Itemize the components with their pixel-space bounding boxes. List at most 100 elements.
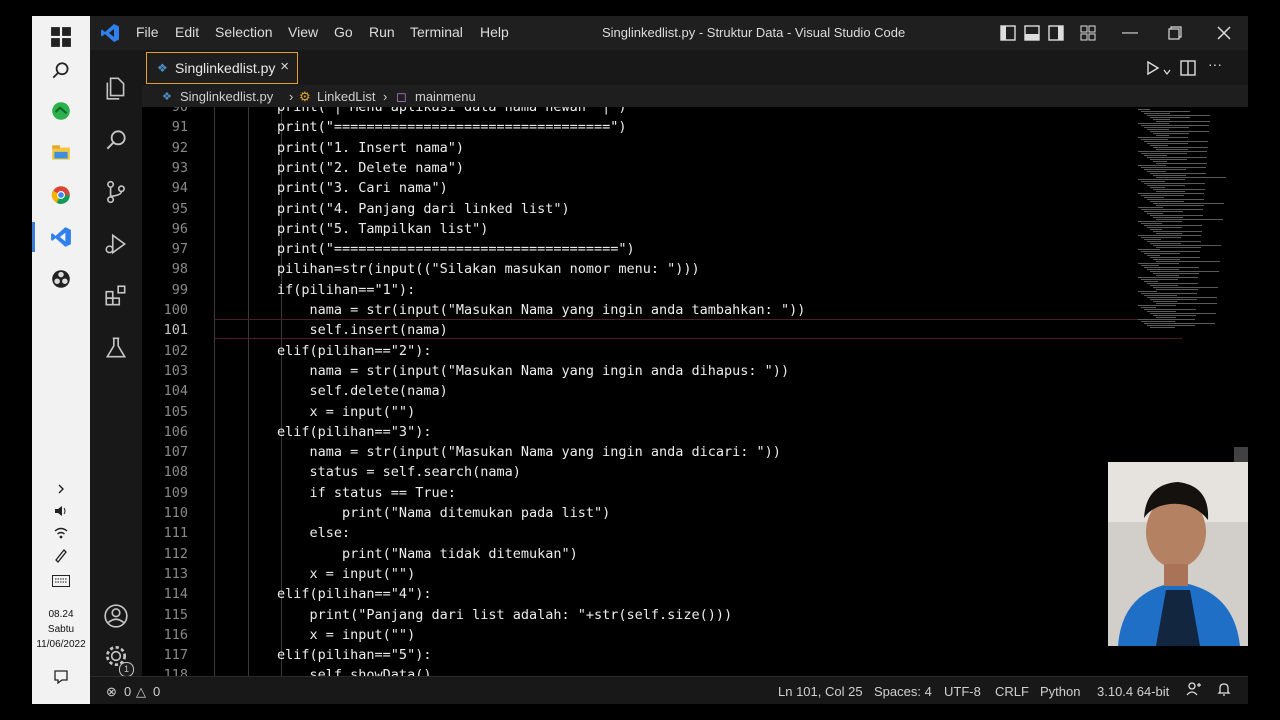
run-debug-icon[interactable] xyxy=(102,230,130,258)
breadcrumb-method[interactable]: mainmenu xyxy=(415,89,476,104)
code-line[interactable]: 91 print("==============================… xyxy=(142,117,1182,137)
code-text[interactable]: if status == True: xyxy=(212,483,456,503)
code-line[interactable]: 95 print("4. Panjang dari linked list") xyxy=(142,199,1182,219)
clock-date[interactable]: 11/06/2022 xyxy=(32,638,90,652)
breadcrumb-class[interactable]: LinkedList xyxy=(317,89,376,104)
obs-icon[interactable] xyxy=(46,264,76,294)
feedback-icon[interactable] xyxy=(1186,681,1202,700)
menu-selection[interactable]: Selection xyxy=(215,24,273,40)
code-line[interactable]: 103 nama = str(input("Masukan Nama yang … xyxy=(142,361,1182,381)
code-text[interactable]: status = self.search(nama) xyxy=(212,462,521,482)
code-line[interactable]: 94 print("3. Cari nama") xyxy=(142,178,1182,198)
code-text[interactable]: print("2. Delete nama") xyxy=(212,158,464,178)
code-text[interactable]: x = input("") xyxy=(212,402,416,422)
errors-count[interactable]: 0 xyxy=(124,684,131,699)
code-text[interactable]: nama = str(input("Masukan Nama yang ingi… xyxy=(212,361,790,381)
code-text[interactable]: elif(pilihan=="5"): xyxy=(212,645,431,665)
run-python-icon[interactable] xyxy=(1144,60,1160,80)
menu-terminal[interactable]: Terminal xyxy=(410,24,463,40)
code-text[interactable]: x = input("") xyxy=(212,564,416,584)
code-text[interactable]: nama = str(input("Masukan Nama yang ingi… xyxy=(212,442,781,462)
code-text[interactable]: x = input("") xyxy=(212,625,416,645)
code-editor[interactable]: 90 print("| Menu aplikasi data nama hewa… xyxy=(142,107,1248,676)
code-text[interactable]: print("=================================… xyxy=(212,239,635,259)
code-line[interactable]: 114 elif(pilihan=="4"): xyxy=(142,584,1182,604)
minimize-icon[interactable]: — xyxy=(1122,24,1138,42)
code-line[interactable]: 106 elif(pilihan=="3"): xyxy=(142,422,1182,442)
code-text[interactable]: print("Nama ditemukan pada list") xyxy=(212,503,610,523)
code-line[interactable]: 98 pilihan=str(input(("Silakan masukan n… xyxy=(142,259,1182,279)
keyboard-icon[interactable] xyxy=(50,572,72,590)
code-line[interactable]: 104 self.delete(nama) xyxy=(142,381,1182,401)
code-text[interactable]: elif(pilihan=="2"): xyxy=(212,341,431,361)
menu-file[interactable]: File xyxy=(136,24,159,40)
code-line[interactable]: 96 print("5. Tampilkan list") xyxy=(142,219,1182,239)
toggle-panel-icon[interactable] xyxy=(1024,25,1040,46)
code-text[interactable]: else: xyxy=(212,523,351,543)
code-text[interactable]: if(pilihan=="1"): xyxy=(212,280,415,300)
green-app-icon[interactable] xyxy=(46,96,76,126)
code-line[interactable]: 102 elif(pilihan=="2"): xyxy=(142,341,1182,361)
code-line[interactable]: 112 print("Nama tidak ditemukan") xyxy=(142,544,1182,564)
code-text[interactable]: self.showData() xyxy=(212,665,432,676)
layout-icon[interactable] xyxy=(1080,25,1096,46)
warnings-icon[interactable]: △ xyxy=(136,684,146,700)
menu-edit[interactable]: Edit xyxy=(175,24,199,40)
chrome-icon[interactable] xyxy=(46,180,76,210)
menu-view[interactable]: View xyxy=(288,24,318,40)
code-text[interactable]: print("5. Tampilkan list") xyxy=(212,219,488,239)
extensions-icon[interactable] xyxy=(102,282,130,310)
breadcrumb-file[interactable]: Singlinkedlist.py xyxy=(180,89,273,104)
code-line[interactable]: 93 print("2. Delete nama") xyxy=(142,158,1182,178)
code-line[interactable]: 108 status = self.search(nama) xyxy=(142,462,1182,482)
code-text[interactable]: self.insert(nama) xyxy=(212,320,448,340)
close-tab-icon[interactable]: × xyxy=(280,58,289,75)
python-interpreter[interactable]: 3.10.4 64-bit xyxy=(1097,684,1169,699)
code-text[interactable]: print("=================================… xyxy=(212,117,627,137)
toggle-sidebar-icon[interactable] xyxy=(1000,25,1016,46)
file-explorer-icon[interactable] xyxy=(46,138,76,168)
menu-help[interactable]: Help xyxy=(480,24,509,40)
chevron-down-icon[interactable] xyxy=(1162,62,1172,81)
clock-day[interactable]: Sabtu xyxy=(32,623,90,637)
code-text[interactable]: self.delete(nama) xyxy=(212,381,448,401)
warnings-count[interactable]: 0 xyxy=(153,684,160,699)
code-text[interactable]: elif(pilihan=="4"): xyxy=(212,584,431,604)
code-line[interactable]: 117 elif(pilihan=="5"): xyxy=(142,645,1182,665)
code-text[interactable]: nama = str(input("Masukan Nama yang ingi… xyxy=(212,300,806,320)
windows-start-icon[interactable] xyxy=(46,22,76,52)
clock-time[interactable]: 08.24 xyxy=(32,608,90,622)
code-line[interactable]: 111 else: xyxy=(142,523,1182,543)
testing-flask-icon[interactable] xyxy=(102,334,130,362)
explorer-icon[interactable] xyxy=(102,74,130,102)
chevron-right-icon[interactable] xyxy=(50,480,72,498)
restore-icon[interactable] xyxy=(1168,26,1182,45)
code-line[interactable]: 105 x = input("") xyxy=(142,402,1182,422)
vscode-taskbar-icon[interactable] xyxy=(46,222,76,252)
code-line[interactable]: 116 x = input("") xyxy=(142,625,1182,645)
code-text[interactable]: print("Nama tidak ditemukan") xyxy=(212,544,578,564)
search-view-icon[interactable] xyxy=(102,126,130,154)
code-line[interactable]: 115 print("Panjang dari list adalah: "+s… xyxy=(142,605,1182,625)
search-icon[interactable] xyxy=(46,56,76,86)
source-control-icon[interactable] xyxy=(102,178,130,206)
account-icon[interactable] xyxy=(102,602,130,630)
errors-icon[interactable]: ⊗ xyxy=(106,684,117,700)
code-line[interactable]: 101 self.insert(nama) xyxy=(142,320,1182,340)
code-line[interactable]: 100 nama = str(input("Masukan Nama yang … xyxy=(142,300,1182,320)
code-line[interactable]: 99 if(pilihan=="1"): xyxy=(142,280,1182,300)
code-text[interactable]: pilihan=str(input(("Silakan masukan nomo… xyxy=(212,259,700,279)
pen-icon[interactable] xyxy=(50,546,72,564)
toggle-secondary-sidebar-icon[interactable] xyxy=(1048,25,1064,46)
code-line[interactable]: 107 nama = str(input("Masukan Nama yang … xyxy=(142,442,1182,462)
menu-go[interactable]: Go xyxy=(334,24,353,40)
notification-icon[interactable] xyxy=(50,668,72,686)
code-line[interactable]: 97 print("==============================… xyxy=(142,239,1182,259)
menu-run[interactable]: Run xyxy=(369,24,395,40)
code-line[interactable]: 113 x = input("") xyxy=(142,564,1182,584)
wifi-icon[interactable] xyxy=(50,524,72,542)
language-mode[interactable]: Python xyxy=(1040,684,1080,699)
code-line[interactable]: 90 print("| Menu aplikasi data nama hewa… xyxy=(142,107,1182,117)
code-text[interactable]: print("4. Panjang dari linked list") xyxy=(212,199,570,219)
close-window-icon[interactable] xyxy=(1216,25,1232,46)
